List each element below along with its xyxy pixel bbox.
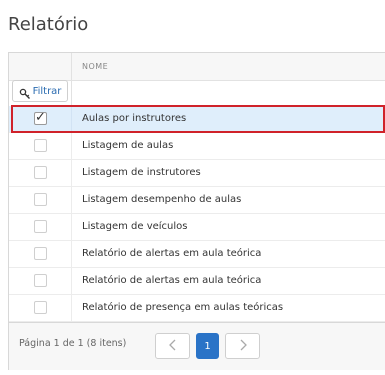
row-checkbox[interactable] (34, 139, 47, 152)
table-row[interactable]: Listagem de instrutores (9, 160, 385, 187)
filter-cell: Filtrar (9, 80, 72, 106)
table-row[interactable]: ✓ Aulas por instrutores (9, 106, 385, 133)
page-title: Relatório (8, 14, 89, 35)
table-row[interactable]: Listagem de veículos (9, 214, 385, 241)
table-row[interactable]: Relatório de presença em aulas teóricas (9, 295, 385, 322)
row-name: Listagem de aulas (82, 140, 174, 151)
row-select-cell (9, 187, 72, 213)
row-name: Relatório de alertas em aula teórica (82, 275, 262, 286)
row-select-cell (9, 241, 72, 267)
table-row[interactable]: Listagem desempenho de aulas (9, 187, 385, 214)
row-name: Listagem desempenho de aulas (82, 194, 242, 205)
report-grid: NOME Filtrar ✓ Aulas por instrutores Lis… (8, 52, 385, 370)
table-row[interactable]: Relatório de alertas em aula teórica (9, 268, 385, 295)
table-row[interactable]: Listagem de aulas (9, 133, 385, 160)
filter-button[interactable]: Filtrar (12, 80, 68, 102)
pager-footer: Página 1 de 1 (8 itens) 1 (9, 322, 385, 370)
next-page-button[interactable] (225, 333, 260, 359)
row-select-cell (9, 214, 72, 240)
row-select-cell (9, 133, 72, 159)
row-name: Relatório de presença em aulas teóricas (82, 302, 284, 313)
row-checkbox[interactable] (34, 274, 47, 287)
row-checkbox[interactable] (34, 166, 47, 179)
row-select-cell (9, 295, 72, 321)
page-number-button[interactable]: 1 (196, 333, 219, 359)
row-checkbox[interactable] (34, 301, 47, 314)
chevron-left-icon (168, 339, 177, 354)
row-checkbox[interactable] (34, 247, 47, 260)
select-column-header (9, 53, 72, 80)
row-name: Relatório de alertas em aula teórica (82, 248, 262, 259)
grid-header: NOME (9, 53, 385, 81)
row-checkbox[interactable] (34, 193, 47, 206)
row-name: Aulas por instrutores (82, 113, 187, 124)
chevron-right-icon (239, 339, 247, 354)
key-search-icon (19, 85, 31, 99)
prev-page-button[interactable] (155, 333, 190, 359)
filter-label: Filtrar (32, 85, 62, 97)
row-select-cell (9, 268, 72, 294)
checkmark-icon: ✓ (35, 110, 46, 125)
row-name: Listagem de instrutores (82, 167, 201, 178)
table-row[interactable]: Relatório de alertas em aula teórica (9, 241, 385, 268)
row-select-cell (9, 160, 72, 186)
row-select-cell: ✓ (9, 106, 72, 132)
row-checkbox[interactable]: ✓ (34, 110, 47, 125)
filter-row: Filtrar (9, 80, 385, 107)
grid-rows: ✓ Aulas por instrutores Listagem de aula… (9, 106, 385, 322)
column-header-nome[interactable]: NOME (82, 62, 108, 71)
row-name: Listagem de veículos (82, 221, 188, 232)
row-checkbox[interactable] (34, 220, 47, 233)
pager-info: Página 1 de 1 (8 itens) (19, 338, 127, 349)
